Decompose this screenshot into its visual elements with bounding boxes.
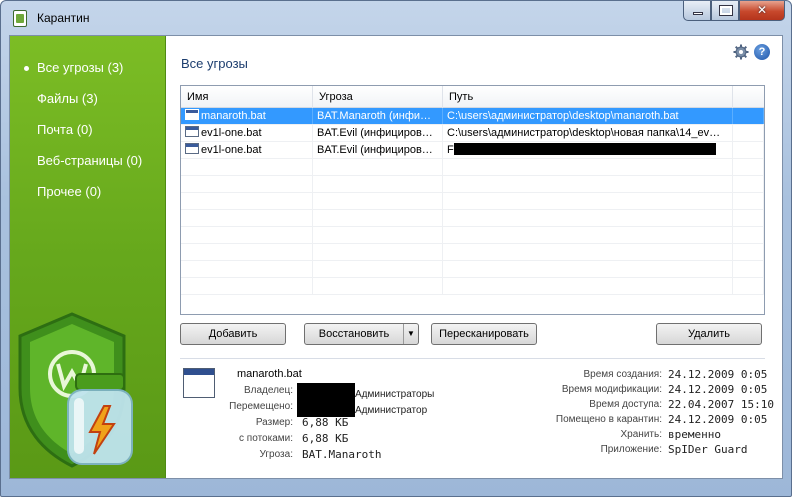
table-row-empty (181, 261, 764, 278)
add-button[interactable]: Добавить (180, 323, 286, 345)
column-header-extra[interactable] (733, 86, 764, 108)
table-row-empty (181, 159, 764, 176)
table-row-empty (181, 176, 764, 193)
gear-icon[interactable] (733, 44, 749, 60)
sidebar-item-mail[interactable]: Почта (0) (24, 122, 142, 153)
table-body: manaroth.bat BAT.Manaroth (инфи… C:\user… (181, 108, 764, 295)
table-row-empty (181, 244, 764, 261)
cell-path: F (443, 142, 733, 158)
sidebar: Все угрозы (3) Файлы (3) Почта (0) Веб-с… (10, 36, 166, 478)
restore-button[interactable]: Восстановить ▼ (304, 323, 419, 345)
cell-threat: BAT.Evil (инфициров… (313, 125, 443, 141)
maximize-icon (719, 5, 733, 16)
rescan-button[interactable]: Пересканировать (431, 323, 537, 345)
detail-value-streams: 6,88 КБ (302, 432, 349, 445)
detail-value-application: SpIDer Guard (668, 443, 748, 456)
table-row-empty (181, 227, 764, 244)
sidebar-item-label: Веб-страницы (0) (37, 153, 143, 168)
bullet-icon (24, 66, 29, 71)
divider (180, 358, 765, 359)
file-icon (185, 109, 199, 120)
detail-label-threat: Угроза: (259, 449, 294, 460)
chevron-down-icon[interactable]: ▼ (403, 324, 418, 344)
redacted-block (297, 399, 355, 417)
cell-extra (733, 108, 764, 124)
sidebar-item-label: Почта (0) (37, 122, 93, 137)
column-header-name[interactable]: Имя (181, 86, 313, 108)
window-controls: ✕ (683, 1, 785, 21)
detail-value-threat: BAT.Manaroth (302, 448, 382, 461)
cell-name: ev1l-one.bat (181, 142, 313, 158)
table-row[interactable]: ev1l-one.bat BAT.Evil (инфициров… C:\use… (181, 125, 764, 142)
detail-label-application: Приложение: (600, 444, 662, 455)
cell-path: C:\users\администратор\desktop\новая пап… (443, 125, 733, 141)
detail-label-size: Размер: (255, 417, 293, 428)
file-name: ev1l-one.bat (201, 144, 262, 156)
restore-button-label: Восстановить (318, 328, 390, 340)
close-button[interactable]: ✕ (739, 1, 785, 21)
cell-extra (733, 142, 764, 158)
quarantine-window: Карантин ✕ Все угрозы (3) Файлы (3) Почт… (0, 0, 792, 497)
sidebar-item-files[interactable]: Файлы (3) (24, 91, 142, 122)
client-area: Все угрозы (3) Файлы (3) Почта (0) Веб-с… (9, 35, 783, 479)
table-row[interactable]: ev1l-one.bat BAT.Evil (инфициров… F (181, 142, 764, 159)
file-name: manaroth.bat (201, 110, 266, 122)
redacted-block (453, 143, 716, 155)
detail-label-owner: Владелец: (243, 385, 293, 396)
sidebar-item-web-pages[interactable]: Веб-страницы (0) (24, 153, 142, 184)
detail-label-quarantined: Помещено в карантин: (555, 414, 662, 425)
detail-label-streams: с потоками: (239, 433, 293, 444)
page-title: Все угрозы (181, 56, 248, 71)
cell-threat: BAT.Manaroth (инфи… (313, 108, 443, 124)
table-row-empty (181, 210, 764, 227)
maximize-button[interactable] (711, 1, 739, 21)
delete-button[interactable]: Удалить (656, 323, 762, 345)
sidebar-item-all-threats[interactable]: Все угрозы (3) (24, 60, 142, 91)
sidebar-item-label: Прочее (0) (37, 184, 102, 199)
cell-name: manaroth.bat (181, 108, 313, 124)
detail-value-size: 6,88 КБ (302, 416, 349, 429)
window-title: Карантин (37, 11, 90, 25)
minimize-icon (693, 12, 703, 15)
file-name: ev1l-one.bat (201, 127, 262, 139)
table-row[interactable]: manaroth.bat BAT.Manaroth (инфи… C:\user… (181, 108, 764, 125)
details-file-name: manaroth.bat (237, 368, 302, 380)
cell-path: C:\users\администратор\desktop\manaroth.… (443, 108, 733, 124)
close-icon: ✕ (756, 3, 768, 17)
cell-threat: BAT.Evil (инфициров… (313, 142, 443, 158)
detail-label-accessed: Время доступа: (589, 399, 662, 410)
detail-label-keep: Хранить: (620, 429, 662, 440)
file-icon (185, 126, 199, 137)
threats-table: Имя Угроза Путь manaroth.bat BAT.Manarot… (180, 85, 765, 315)
detail-value-accessed: 22.04.2007 15:10 (668, 398, 774, 411)
detail-value-modified: 24.12.2009 0:05 (668, 383, 768, 396)
sidebar-item-label: Файлы (3) (37, 91, 98, 106)
jar-icon (67, 373, 133, 465)
column-header-path[interactable]: Путь (443, 86, 733, 108)
minimize-button[interactable] (683, 1, 711, 21)
detail-label-moved: Перемещено: (229, 401, 293, 412)
cell-name: ev1l-one.bat (181, 125, 313, 141)
path-prefix: F (447, 144, 454, 156)
detail-value-created: 24.12.2009 0:05 (668, 368, 768, 381)
help-icon[interactable]: ? (754, 44, 770, 60)
detail-value-quarantined: 24.12.2009 0:05 (668, 413, 768, 426)
sidebar-item-other[interactable]: Прочее (0) (24, 184, 142, 215)
detail-value-keep: временно (668, 428, 721, 441)
detail-label-modified: Время модификации: (561, 384, 662, 395)
detail-value-moved: Администратор (297, 399, 427, 417)
table-header: Имя Угроза Путь (181, 86, 764, 108)
window-bottom-border (1, 479, 791, 497)
main-panel: Все угрозы ? Имя Угроза Путь manaroth.ba… (167, 36, 782, 478)
sidebar-item-label: Все угрозы (3) (37, 60, 124, 75)
table-row-empty (181, 278, 764, 295)
table-row-empty (181, 193, 764, 210)
detail-label-created: Время создания: (583, 369, 663, 380)
file-icon (185, 143, 199, 154)
app-icon (13, 10, 27, 27)
sidebar-nav: Все угрозы (3) Файлы (3) Почта (0) Веб-с… (24, 60, 142, 215)
column-header-threat[interactable]: Угроза (313, 86, 443, 108)
cell-extra (733, 125, 764, 141)
title-bar[interactable]: Карантин ✕ (1, 1, 791, 35)
